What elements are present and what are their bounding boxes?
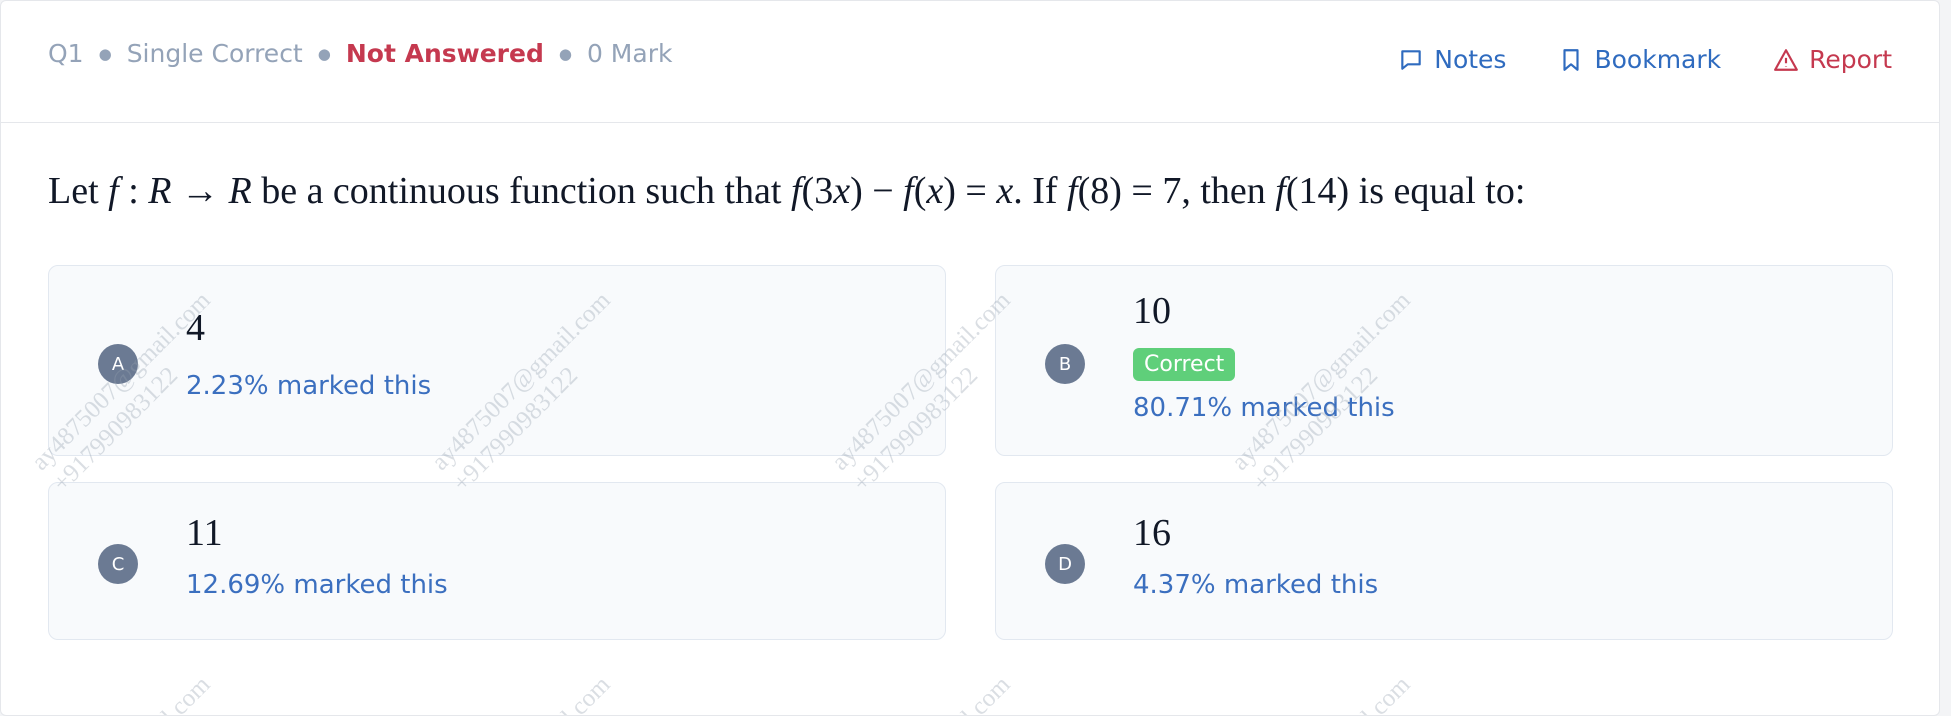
question-actions: Notes Bookmark Report (1398, 45, 1892, 74)
notes-label: Notes (1434, 45, 1507, 74)
bookmark-label: Bookmark (1594, 45, 1722, 74)
watermark: il.com (151, 670, 217, 716)
option-value: 4 (186, 307, 205, 349)
question-header: Q1 ● Single Correct ● Not Answered ● 0 M… (1, 1, 1939, 123)
marked-percentage: 4.37% marked this (1133, 570, 1379, 600)
answer-status: Not Answered (345, 39, 544, 68)
marked-percentage: 12.69% marked this (186, 570, 448, 600)
question-card: Q1 ● Single Correct ● Not Answered ● 0 M… (0, 0, 1940, 716)
watermark-email: il.com (151, 671, 216, 716)
correct-badge: Correct (1133, 348, 1236, 381)
warning-icon (1774, 48, 1799, 71)
watermark-email: il.com (951, 671, 1016, 716)
question-text: Let f : R → R be a continuous function s… (48, 170, 1526, 212)
watermark-email: il.com (1351, 671, 1416, 716)
option-c[interactable]: C 11 12.69% marked this (48, 482, 946, 640)
marked-percentage: 80.71% marked this (1133, 393, 1395, 423)
marks-awarded: 0 Mark (586, 39, 673, 68)
option-letter-badge: A (98, 344, 138, 384)
watermark-email: il.com (551, 671, 616, 716)
watermark: il.com (1351, 670, 1417, 716)
option-a[interactable]: A 4 2.23% marked this (48, 265, 946, 456)
separator-dot: ● (558, 44, 572, 63)
question-type: Single Correct (126, 39, 303, 68)
watermark: il.com (951, 670, 1017, 716)
notes-button[interactable]: Notes (1398, 45, 1506, 74)
option-letter-badge: B (1045, 344, 1085, 384)
question-meta: Q1 ● Single Correct ● Not Answered ● 0 M… (48, 39, 672, 68)
option-value: 16 (1133, 512, 1171, 554)
question-number: Q1 (48, 39, 84, 68)
report-button[interactable]: Report (1773, 45, 1892, 74)
watermark: il.com (551, 670, 617, 716)
bookmark-icon (1563, 48, 1580, 71)
option-d[interactable]: D 16 4.37% marked this (995, 482, 1893, 640)
option-letter-badge: D (1045, 544, 1085, 584)
option-value: 11 (186, 512, 223, 554)
option-value: 10 (1133, 290, 1171, 332)
report-label: Report (1809, 45, 1892, 74)
separator-dot: ● (98, 44, 112, 63)
comment-icon (1401, 49, 1421, 70)
option-letter-badge: C (98, 544, 138, 584)
marked-percentage: 2.23% marked this (186, 371, 432, 401)
bookmark-button[interactable]: Bookmark (1558, 45, 1721, 74)
separator-dot: ● (317, 44, 331, 63)
option-b[interactable]: B 10 Correct 80.71% marked this (995, 265, 1893, 456)
